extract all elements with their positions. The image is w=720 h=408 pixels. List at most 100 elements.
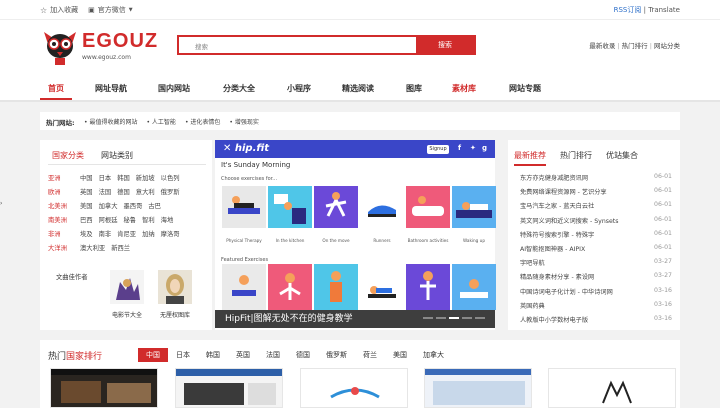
country-tab[interactable]: 德国 — [288, 348, 318, 362]
search-input[interactable]: 搜索 — [195, 41, 208, 51]
tab-latest[interactable]: 最新推荐 — [514, 150, 546, 166]
site-thumbnail[interactable] — [424, 368, 532, 408]
item-date: 06-01 — [654, 173, 672, 180]
list-item[interactable]: 精品随身素材分享 - 素设网 03-27 — [520, 272, 672, 286]
carousel-dot[interactable] — [475, 317, 485, 319]
site-thumbnail[interactable] — [50, 368, 158, 408]
country-link[interactable]: 俄罗斯 — [161, 187, 180, 201]
author-card[interactable]: 电影节大全 — [110, 270, 144, 319]
nav-item-home[interactable]: 首页 — [48, 83, 64, 94]
nav-item-directory[interactable]: 网址导航 — [95, 83, 127, 94]
country-tab[interactable]: 英国 — [228, 348, 258, 362]
list-item[interactable]: 英文同义词和近义词搜索 - Synsets 06-01 — [520, 216, 672, 230]
tab-hot-ranking[interactable]: 热门排行 — [560, 150, 592, 166]
country-tab[interactable]: 韩国 — [198, 348, 228, 362]
continent-label[interactable]: 大洋洲 — [48, 243, 80, 257]
header-link-category[interactable]: 网站分类 — [654, 42, 680, 50]
header-link-latest[interactable]: 最新收录 — [589, 42, 615, 50]
bookmark-link[interactable]: ☆ 加入收藏 — [40, 5, 78, 15]
rss-link[interactable]: RSS订阅 — [614, 6, 642, 14]
carousel-dot-active[interactable] — [449, 317, 459, 319]
list-item[interactable]: 特殊符号搜索引擎 - 特殊字 06-01 — [520, 230, 672, 244]
country-link[interactable]: 中国 — [80, 173, 93, 187]
country-link[interactable]: 阿根廷 — [99, 215, 118, 229]
hot-site-item[interactable]: • 人工智能 — [146, 117, 175, 126]
country-link[interactable]: 智利 — [142, 215, 155, 229]
author-card[interactable]: 无厘权图库 — [158, 270, 192, 319]
country-link[interactable]: 肯尼亚 — [117, 229, 136, 243]
continent-label[interactable]: 南美洲 — [48, 215, 80, 229]
country-link[interactable]: 埃及 — [80, 229, 93, 243]
continent-label[interactable]: 北美洲 — [48, 201, 80, 215]
carousel-dot[interactable] — [436, 317, 446, 319]
continent-label[interactable]: 欧洲 — [48, 187, 80, 201]
tab-country[interactable]: 国家分类 — [52, 150, 84, 161]
tab-site-type[interactable]: 网站类别 — [101, 150, 133, 161]
logo-text[interactable]: EGOUZ — [82, 30, 158, 53]
country-tab[interactable]: 荷兰 — [355, 348, 385, 362]
carousel-caption[interactable]: HipFit|图解无处不在的健身教学 — [215, 310, 495, 328]
exercise-tile — [452, 186, 496, 228]
list-item[interactable]: 字吧导航 03-27 — [520, 258, 672, 272]
featured-carousel[interactable]: ✕ hip.fit Signup f ✦ g It's Sunday Morni… — [215, 140, 496, 330]
country-link[interactable]: 日本 — [99, 173, 112, 187]
list-item[interactable]: 免费网络课程资源网 - 艺识分享 06-01 — [520, 187, 672, 201]
nav-item-domestic[interactable]: 国内网站 — [158, 83, 190, 94]
hot-site-item[interactable]: • 进化表情包 — [185, 117, 220, 126]
country-tab[interactable]: 法国 — [258, 348, 288, 362]
country-link[interactable]: 新加坡 — [136, 173, 155, 187]
carousel-dot[interactable] — [423, 317, 433, 319]
country-link[interactable]: 摩洛哥 — [161, 229, 180, 243]
nav-item-materials[interactable]: 素材库 — [452, 83, 476, 94]
list-item[interactable]: 中国诗词电子化计划 - 中华诗词网 03-16 — [520, 287, 672, 301]
country-link[interactable]: 澳大利亚 — [80, 243, 105, 257]
country-link[interactable]: 海地 — [161, 215, 174, 229]
country-link[interactable]: 意大利 — [136, 187, 155, 201]
country-link[interactable]: 巴西 — [80, 215, 93, 229]
country-link[interactable]: 南非 — [99, 229, 112, 243]
nav-item-topics[interactable]: 网站专题 — [509, 83, 541, 94]
list-item[interactable]: AI智能抠图神器 - AIPIX 06-01 — [520, 244, 672, 258]
country-link[interactable]: 英国 — [80, 187, 93, 201]
header-link-ranking[interactable]: 热门排行 — [622, 42, 648, 50]
nav-item-categories[interactable]: 分类大全 — [223, 83, 255, 94]
country-link[interactable]: 新西兰 — [111, 243, 130, 257]
country-tab[interactable]: 中国 — [138, 348, 168, 362]
ranking-title-a: 热门 — [48, 352, 67, 362]
country-link[interactable]: 以色列 — [161, 173, 180, 187]
list-item[interactable]: 宝马汽车之家 - 蓝天白云社 06-01 — [520, 201, 672, 215]
hot-site-item[interactable]: • 最值得收藏的网站 — [84, 117, 137, 126]
list-item[interactable]: 东方亦克健身减肥资讯网 06-01 — [520, 173, 672, 187]
side-scroll-arrow-icon[interactable]: › — [0, 200, 2, 207]
country-link[interactable]: 秘鲁 — [123, 215, 136, 229]
country-link[interactable]: 墨西哥 — [123, 201, 142, 215]
nav-item-miniprogram[interactable]: 小程序 — [287, 83, 311, 94]
country-link[interactable]: 加拿大 — [99, 201, 118, 215]
continent-label[interactable]: 亚洲 — [48, 173, 80, 187]
list-item[interactable]: 人教版中小学数材电子版 03-16 — [520, 315, 672, 329]
country-link[interactable]: 法国 — [99, 187, 112, 201]
site-thumbnail[interactable] — [175, 368, 283, 408]
list-item[interactable]: 英国药典 03-16 — [520, 301, 672, 315]
site-thumbnail[interactable] — [300, 368, 408, 408]
country-link[interactable]: 美国 — [80, 201, 93, 215]
nav-item-reading[interactable]: 精选阅读 — [342, 83, 374, 94]
search-button[interactable]: 搜索 — [416, 37, 474, 53]
country-tab[interactable]: 加拿大 — [415, 348, 452, 362]
translate-link[interactable]: Translate — [648, 6, 680, 14]
continent-label[interactable]: 非洲 — [48, 229, 80, 243]
tab-collections[interactable]: 优站集合 — [606, 150, 638, 166]
twitter-icon: ✦ — [470, 144, 476, 152]
nav-item-gallery[interactable]: 图库 — [406, 83, 422, 94]
country-link[interactable]: 加纳 — [142, 229, 155, 243]
country-tab[interactable]: 俄罗斯 — [318, 348, 355, 362]
wechat-link[interactable]: ▣ 官方微信 ▼ — [88, 5, 132, 15]
country-link[interactable]: 古巴 — [148, 201, 161, 215]
country-link[interactable]: 韩国 — [117, 173, 130, 187]
site-thumbnail[interactable] — [548, 368, 676, 408]
carousel-dot[interactable] — [462, 317, 472, 319]
country-tab[interactable]: 美国 — [385, 348, 415, 362]
hot-site-item[interactable]: • 增强现实 — [229, 117, 258, 126]
country-tab[interactable]: 日本 — [168, 348, 198, 362]
country-link[interactable]: 德国 — [117, 187, 130, 201]
